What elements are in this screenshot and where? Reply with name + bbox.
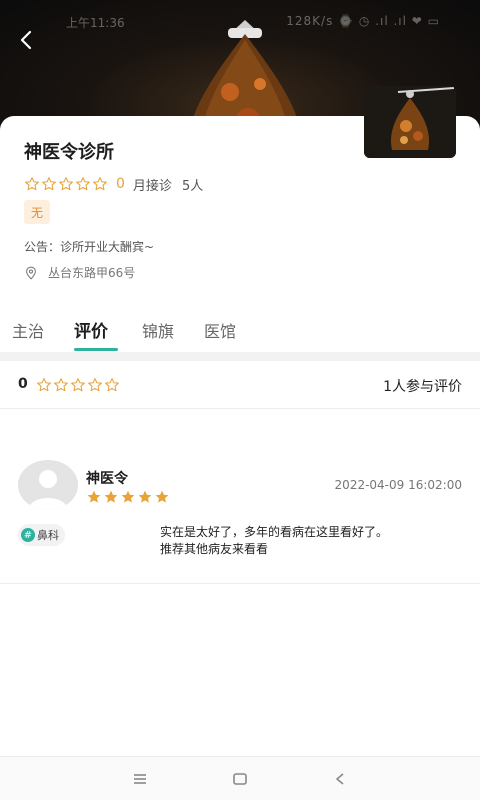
section-divider [0,352,480,361]
default-avatar-icon [18,460,78,510]
review-summary-stars [36,377,120,393]
clinic-rating-row: 0 月接诊 5人 [24,174,203,194]
back-button[interactable] [12,26,40,54]
star-outline-icon [88,378,102,392]
department-tag: # 鼻科 [18,524,65,546]
clinic-rating-score: 0 [116,176,125,192]
clinic-address[interactable]: 丛台东路甲66号 [24,264,135,281]
monthly-visits-label: 月接诊 [132,178,172,194]
avatar [18,460,78,510]
clinic-notice: 公告：诊所开业大酬宾~ [24,240,155,254]
status-indicators: 128K/s ⌚ ◷ .ıl .ıl ❤ ▭ [286,14,440,28]
menu-icon [134,774,146,784]
star-outline-icon [105,378,119,392]
back-arrow-icon [20,30,32,50]
star-filled-icon [121,490,135,503]
home-button[interactable] [230,769,250,789]
clinic-thumbnail[interactable] [364,86,456,158]
status-time: 上午11:36 [66,16,125,30]
star-outline-icon [76,177,90,191]
tab-bar: 主治 评价 锦旗 医馆 [0,312,480,352]
location-pin-icon [26,266,36,280]
department-name: 鼻科 [37,529,59,542]
monthly-visits-count: 5人 [181,178,204,194]
home-square-icon [233,773,247,785]
tab-main-treatment[interactable]: 主治 [12,318,44,342]
star-outline-icon [37,378,51,392]
back-triangle-icon [336,773,344,785]
review-item: 神医令 2022-04-09 16:02:00 # 鼻科 实在是太好了，多年的看… [0,440,480,584]
reviewer-name: 神医令 [86,471,128,487]
star-outline-icon [71,378,85,392]
review-summary: 0 1人参与评价 [0,361,480,409]
clinic-tag: 无 [24,200,50,224]
clinic-address-text: 丛台东路甲66号 [48,266,136,280]
star-outline-icon [93,177,107,191]
active-tab-indicator [74,348,118,351]
star-outline-icon [54,378,68,392]
hash-icon: # [21,528,35,542]
tab-reviews[interactable]: 评价 [74,317,108,342]
pendant-thumbnail-image [364,86,456,158]
star-filled-icon [155,490,169,503]
star-filled-icon [104,490,118,503]
star-filled-icon [87,490,101,503]
review-text: 实在是太好了，多年的看病在这里看好了。 推荐其他病友来看看 [160,524,460,558]
review-timestamp: 2022-04-09 16:02:00 [334,478,462,492]
system-nav-bar [0,756,480,800]
status-bar: 上午11:36 128K/s ⌚ ◷ .ıl .ıl ❤ ▭ [0,10,480,34]
review-participant-count: 1人参与评价 [383,379,462,395]
tab-clinic[interactable]: 医馆 [204,318,236,342]
star-outline-icon [59,177,73,191]
system-back-button[interactable] [330,769,350,789]
clinic-stars [24,176,108,192]
review-text-line: 实在是太好了，多年的看病在这里看好了。 [160,525,389,539]
menu-button[interactable] [130,769,150,789]
tab-banners[interactable]: 锦旗 [142,318,174,342]
star-filled-icon [138,490,152,503]
review-summary-score: 0 [18,376,28,392]
star-outline-icon [25,177,39,191]
review-text-line: 推荐其他病友来看看 [160,542,269,556]
review-stars [86,489,170,505]
star-outline-icon [42,177,56,191]
clinic-name: 神医令诊所 [24,142,114,163]
